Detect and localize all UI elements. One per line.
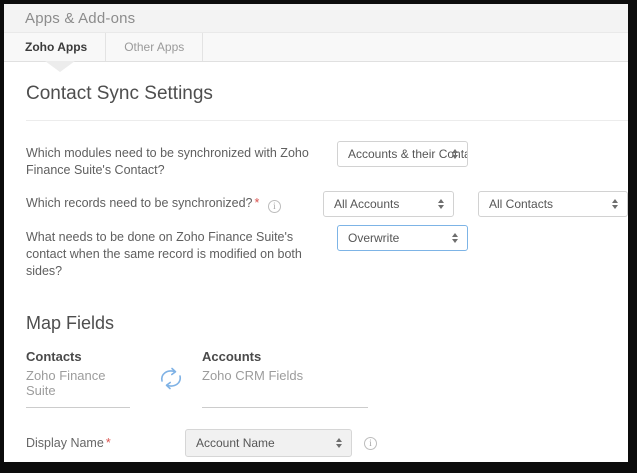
page-title: Apps & Add-ons: [25, 10, 135, 27]
content-area: Contact Sync Settings Which modules need…: [4, 83, 628, 462]
accounts-records-select-value: All Accounts: [334, 197, 399, 211]
accounts-records-select[interactable]: All Accounts: [323, 191, 454, 217]
section-divider: [26, 120, 628, 121]
stepper-icon: [612, 199, 618, 209]
map-fields-rows: Display Name* Account Name Company Name …: [26, 429, 628, 462]
display-name-select-value: Account Name: [196, 436, 275, 450]
contacts-records-select-value: All Contacts: [489, 197, 553, 211]
modules-select-value: Accounts & their Contacts: [348, 147, 468, 161]
page-header: Apps & Add-ons: [4, 4, 628, 33]
source-column-title: Contacts: [26, 349, 130, 364]
display-name-label: Display Name*: [26, 436, 185, 450]
active-tab-pointer-icon: [45, 61, 75, 72]
tab-bar: Zoho Apps Other Apps: [4, 33, 628, 62]
target-column-header: Accounts Zoho CRM Fields: [202, 349, 368, 408]
source-column-header: Contacts Zoho Finance Suite: [26, 349, 130, 408]
info-icon[interactable]: [268, 200, 281, 213]
records-question-label: Which records need to be synchronized?*: [26, 191, 323, 213]
conflict-select-value: Overwrite: [348, 231, 399, 245]
stepper-icon: [452, 233, 458, 243]
conflict-select[interactable]: Overwrite: [337, 225, 468, 251]
target-column-title: Accounts: [202, 349, 368, 364]
app-window: Apps & Add-ons Zoho Apps Other Apps Cont…: [4, 4, 628, 462]
contacts-records-select[interactable]: All Contacts: [478, 191, 628, 217]
tab-other-apps-label: Other Apps: [124, 40, 184, 54]
stepper-icon: [438, 199, 444, 209]
display-name-row: Display Name* Account Name: [26, 429, 628, 457]
section-title: Contact Sync Settings: [26, 83, 628, 105]
stepper-icon: [452, 149, 458, 159]
tab-zoho-apps[interactable]: Zoho Apps: [4, 33, 106, 61]
map-fields-title: Map Fields: [26, 313, 628, 334]
tab-zoho-apps-label: Zoho Apps: [25, 40, 87, 54]
info-icon[interactable]: [364, 437, 377, 450]
sync-settings-form: Which modules need to be synchronized wi…: [26, 141, 628, 280]
source-column-subtitle: Zoho Finance Suite: [26, 368, 130, 398]
target-column-subtitle: Zoho CRM Fields: [202, 368, 368, 383]
stepper-icon: [336, 438, 342, 448]
conflict-question-row: What needs to be done on Zoho Finance Su…: [26, 225, 628, 280]
modules-question-label: Which modules need to be synchronized wi…: [26, 141, 337, 179]
conflict-question-label: What needs to be done on Zoho Finance Su…: [26, 225, 337, 280]
sync-arrows-icon: [140, 349, 202, 408]
modules-question-row: Which modules need to be synchronized wi…: [26, 141, 628, 179]
tab-other-apps[interactable]: Other Apps: [106, 33, 203, 61]
records-question-row: Which records need to be synchronized?* …: [26, 191, 628, 217]
required-asterisk: *: [104, 436, 111, 450]
display-name-select[interactable]: Account Name: [185, 429, 352, 457]
map-fields-header: Contacts Zoho Finance Suite Accounts Zoh…: [26, 349, 628, 408]
required-asterisk: *: [253, 196, 260, 210]
modules-select[interactable]: Accounts & their Contacts: [337, 141, 468, 167]
